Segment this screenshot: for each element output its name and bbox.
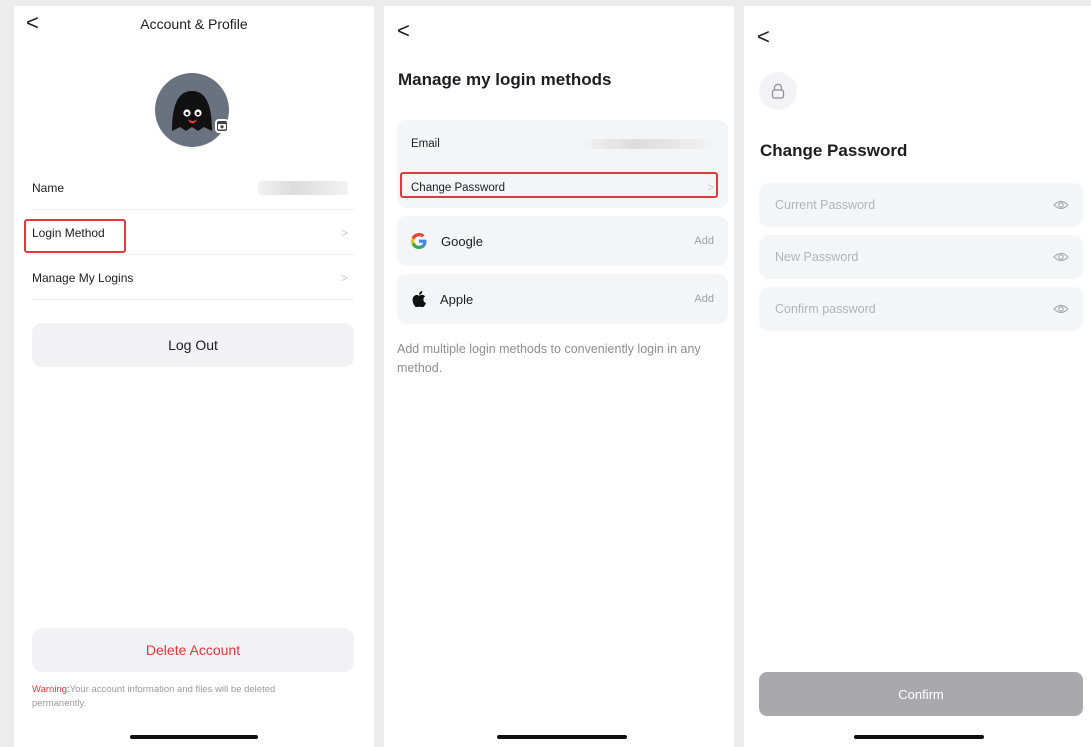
home-indicator bbox=[130, 735, 258, 739]
avatar[interactable] bbox=[155, 73, 229, 147]
back-button[interactable]: < bbox=[757, 26, 770, 48]
confirm-password-input[interactable] bbox=[775, 302, 1015, 316]
provider-name: Google bbox=[441, 233, 483, 249]
current-password-input[interactable] bbox=[775, 198, 1015, 212]
camera-icon[interactable] bbox=[215, 119, 229, 133]
provider-card-google[interactable]: Google Add bbox=[397, 216, 728, 266]
highlight-box-change-password bbox=[400, 172, 718, 198]
profile-row-manage-logins[interactable]: Manage My Logins > bbox=[32, 256, 354, 300]
current-password-field bbox=[759, 183, 1083, 227]
log-out-button[interactable]: Log Out bbox=[32, 323, 354, 367]
email-value-redacted bbox=[584, 139, 714, 149]
add-google-button[interactable]: Add bbox=[694, 235, 714, 247]
account-profile-screen: < Account & Profile Name Login Method > … bbox=[14, 6, 374, 747]
provider-row: Apple Add bbox=[411, 289, 714, 309]
email-row: Email bbox=[411, 134, 714, 154]
new-password-field bbox=[759, 235, 1083, 279]
delete-warning-text: Warning:Your account information and fil… bbox=[32, 683, 332, 711]
chevron-right-icon: > bbox=[340, 225, 348, 240]
provider-name: Apple bbox=[440, 291, 474, 307]
login-methods-note: Add multiple login methods to convenient… bbox=[397, 342, 701, 375]
chevron-right-icon: > bbox=[340, 270, 348, 285]
apple-icon bbox=[412, 291, 426, 307]
name-value-redacted bbox=[258, 180, 348, 195]
page-title: Change Password bbox=[760, 141, 908, 160]
page-title: Account & Profile bbox=[140, 16, 248, 32]
eye-icon[interactable] bbox=[1053, 199, 1069, 211]
row-label: Manage My Logins bbox=[32, 270, 134, 285]
confirm-password-field bbox=[759, 287, 1083, 331]
home-indicator bbox=[854, 735, 984, 739]
eye-icon[interactable] bbox=[1053, 303, 1069, 315]
email-label: Email bbox=[411, 138, 440, 150]
change-password-screen: < Change Password Confirm bbox=[744, 6, 1091, 747]
profile-row-name[interactable]: Name bbox=[32, 166, 354, 210]
provider-card-apple[interactable]: Apple Add bbox=[397, 274, 728, 324]
warning-prefix: Warning: bbox=[32, 684, 70, 695]
row-label: Name bbox=[32, 180, 65, 195]
confirm-button[interactable]: Confirm bbox=[759, 672, 1083, 716]
provider-row: Google Add bbox=[411, 231, 714, 251]
back-button[interactable]: < bbox=[397, 20, 410, 42]
highlight-box-login-method bbox=[24, 219, 126, 253]
delete-account-button[interactable]: Delete Account bbox=[32, 628, 354, 672]
login-methods-screen: < Manage my login methods Email Change P… bbox=[384, 6, 734, 747]
google-icon bbox=[411, 233, 427, 249]
eye-icon[interactable] bbox=[1053, 251, 1069, 263]
ghost-avatar-icon bbox=[172, 91, 212, 131]
page-title: Manage my login methods bbox=[398, 70, 612, 89]
new-password-input[interactable] bbox=[775, 250, 1015, 264]
home-indicator bbox=[497, 735, 627, 739]
lock-icon-badge bbox=[759, 72, 797, 110]
lock-icon bbox=[771, 83, 785, 99]
add-apple-button[interactable]: Add bbox=[694, 293, 714, 305]
